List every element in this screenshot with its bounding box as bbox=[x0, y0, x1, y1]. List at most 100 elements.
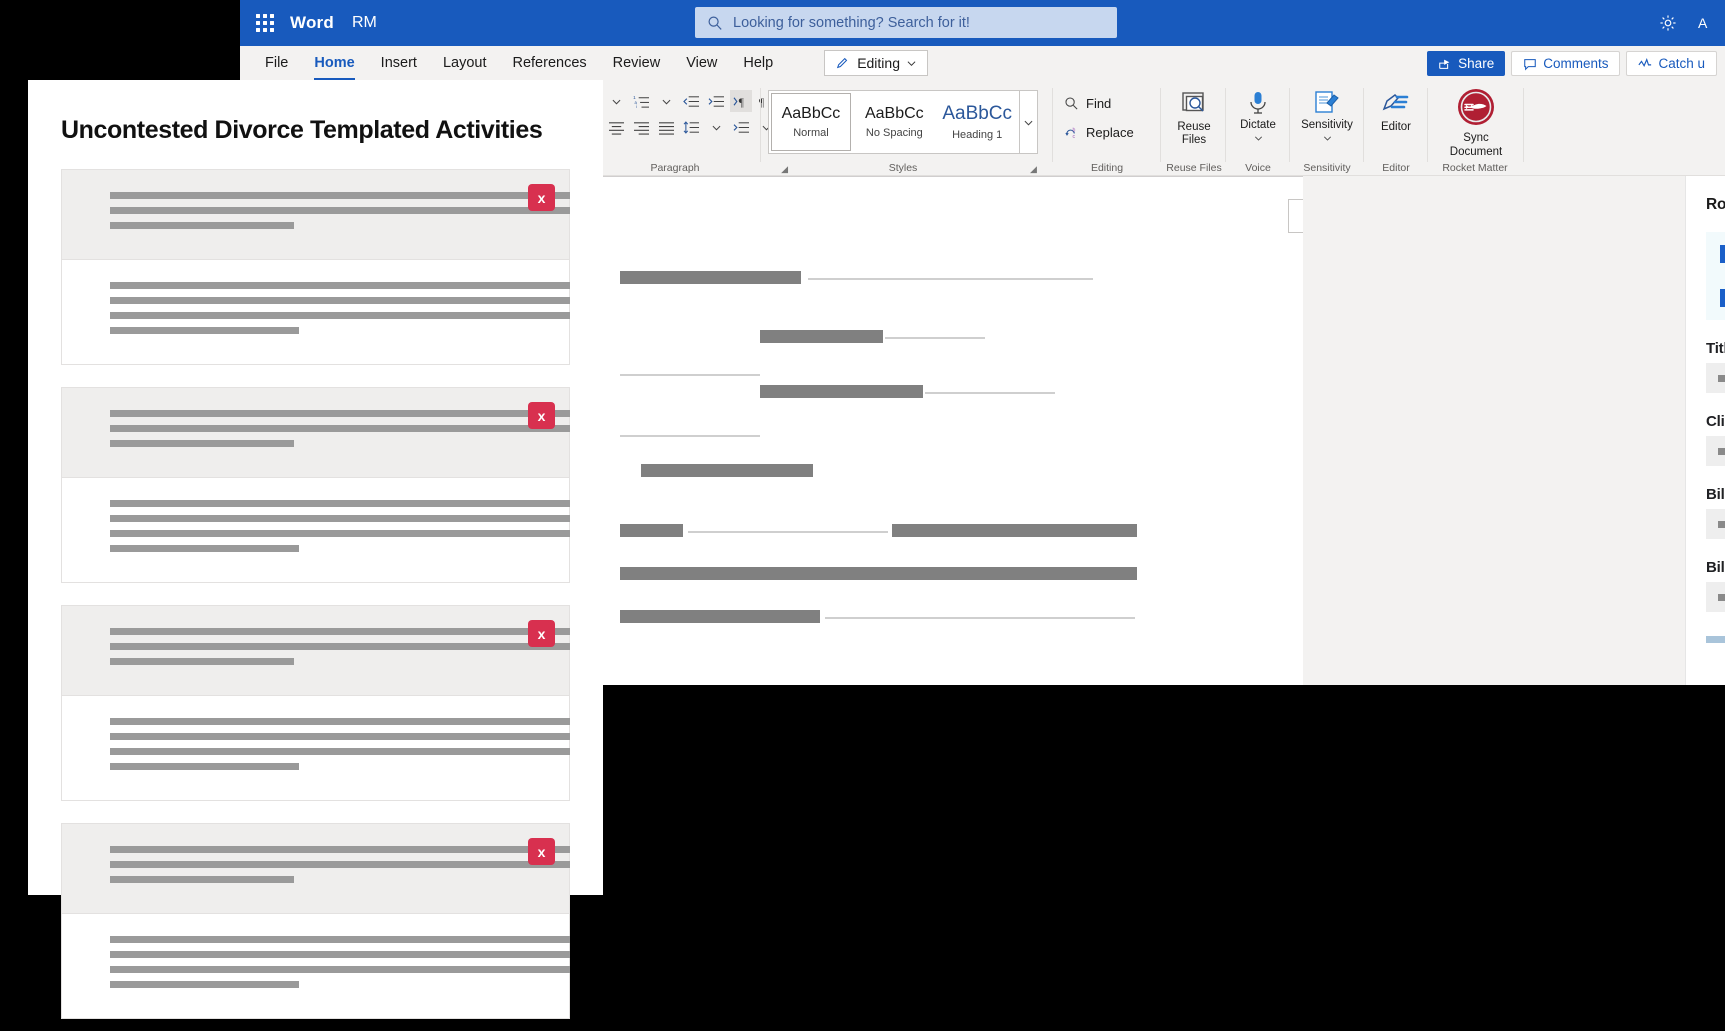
document-fill-line bbox=[825, 617, 1135, 619]
account-icon[interactable]: A bbox=[1687, 0, 1725, 46]
activity-card[interactable]: x bbox=[61, 169, 570, 365]
ribbon-group-label-editor: Editor bbox=[1382, 162, 1410, 174]
find-label: Find bbox=[1086, 96, 1112, 111]
styles-gallery[interactable]: AaBbCc Normal AaBbCc No Spacing AaBbCc H… bbox=[768, 90, 1038, 154]
style-no-spacing[interactable]: AaBbCc No Spacing bbox=[853, 91, 936, 153]
text-placeholder-bar bbox=[110, 545, 299, 552]
tab-references[interactable]: References bbox=[499, 51, 599, 75]
field-input-title[interactable] bbox=[1706, 363, 1725, 393]
style-normal[interactable]: AaBbCc Normal bbox=[771, 93, 851, 151]
comments-button[interactable]: Comments bbox=[1511, 51, 1621, 76]
text-placeholder-bar bbox=[110, 981, 299, 988]
multilevel-list-dropdown-icon[interactable] bbox=[655, 90, 677, 112]
text-placeholder-bar bbox=[110, 763, 299, 770]
chevron-down-icon[interactable] bbox=[1018, 91, 1037, 153]
text-placeholder-bar bbox=[110, 500, 570, 507]
close-x-icon[interactable]: x bbox=[528, 620, 555, 647]
text-placeholder-bar bbox=[110, 936, 570, 943]
blue-square-icon[interactable] bbox=[1720, 245, 1725, 263]
align-center-icon[interactable] bbox=[605, 116, 627, 138]
align-right-icon[interactable] bbox=[630, 116, 652, 138]
line-spacing-icon[interactable] bbox=[680, 116, 702, 138]
list-item[interactable] bbox=[1706, 232, 1725, 276]
chevron-down-icon[interactable] bbox=[1323, 134, 1332, 142]
text-placeholder-bar bbox=[110, 425, 570, 432]
ribbon-group-styles: AaBbCc Normal AaBbCc No Spacing AaBbCc H… bbox=[768, 80, 1048, 176]
style-preview-normal: AaBbCc bbox=[781, 105, 841, 122]
decrease-indent-icon[interactable] bbox=[680, 90, 702, 112]
field-input-billing-date[interactable] bbox=[1706, 582, 1725, 612]
task-pane-footer-link[interactable] bbox=[1706, 636, 1725, 643]
title-bar: Word RM Looking for something? Search fo… bbox=[240, 0, 1725, 46]
ltr-text-direction-icon[interactable]: ¶ bbox=[730, 90, 752, 112]
text-placeholder-bar bbox=[110, 327, 299, 334]
justify-icon[interactable] bbox=[655, 116, 677, 138]
field-label-billing-user: Billing User bbox=[1706, 486, 1725, 503]
tab-layout[interactable]: Layout bbox=[430, 51, 500, 75]
tab-help[interactable]: Help bbox=[730, 51, 786, 75]
text-placeholder-bar bbox=[110, 440, 294, 447]
titlebar-right-actions: A bbox=[1649, 0, 1725, 46]
share-icon bbox=[1439, 59, 1450, 69]
style-heading-1[interactable]: AaBbCc Heading 1 bbox=[936, 91, 1019, 153]
share-label: Share bbox=[1458, 56, 1495, 71]
reuse-files-label-line1: Reuse bbox=[1177, 121, 1211, 133]
catch-up-button[interactable]: Catch u bbox=[1626, 51, 1717, 76]
blue-square-icon[interactable] bbox=[1720, 289, 1725, 307]
field-input-billing-user[interactable] bbox=[1706, 509, 1725, 539]
dictate-button[interactable]: Dictate bbox=[1231, 90, 1285, 142]
document-text-block bbox=[620, 524, 683, 537]
text-placeholder-bar bbox=[110, 628, 570, 635]
tab-insert[interactable]: Insert bbox=[368, 51, 430, 75]
text-placeholder-bar bbox=[110, 718, 570, 725]
activity-card[interactable]: x bbox=[61, 387, 570, 583]
ribbon-group-editing: Find b c Replace Editing bbox=[1058, 80, 1156, 176]
style-label-heading-1: Heading 1 bbox=[952, 129, 1003, 141]
search-placeholder: Looking for something? Search for it! bbox=[733, 14, 970, 31]
sync-document-label-line1: Sync bbox=[1463, 132, 1489, 144]
styles-dialog-launcher[interactable]: ◢ bbox=[1030, 164, 1037, 175]
document-name[interactable]: RM bbox=[352, 14, 377, 32]
gear-icon[interactable] bbox=[1649, 0, 1687, 46]
replace-button[interactable]: b c Replace bbox=[1064, 125, 1134, 140]
numbered-list-dropdown-icon[interactable] bbox=[605, 90, 627, 112]
text-placeholder-bar bbox=[110, 846, 570, 853]
editor-button[interactable]: Editor bbox=[1369, 92, 1423, 134]
field-input-client-matter[interactable] bbox=[1706, 436, 1725, 466]
tab-home[interactable]: Home bbox=[301, 51, 367, 80]
activity-card-list: x x x x bbox=[61, 169, 570, 1019]
multilevel-list-icon[interactable]: 1 a i bbox=[630, 90, 652, 112]
shading-icon[interactable] bbox=[730, 116, 752, 138]
list-item[interactable] bbox=[1706, 276, 1725, 320]
ribbon-group-editor: Editor Editor bbox=[1368, 80, 1424, 176]
sensitivity-button[interactable]: Sensitivity bbox=[1300, 90, 1354, 142]
catch-up-label: Catch u bbox=[1658, 56, 1705, 71]
tab-view[interactable]: View bbox=[673, 51, 730, 75]
close-x-icon[interactable]: x bbox=[528, 838, 555, 865]
document-fill-line bbox=[925, 392, 1055, 394]
search-box[interactable]: Looking for something? Search for it! bbox=[695, 7, 1117, 38]
sync-document-button[interactable]: Sync Document bbox=[1448, 86, 1504, 159]
document-fill-line bbox=[885, 337, 985, 339]
chevron-down-icon[interactable] bbox=[1254, 134, 1263, 142]
microphone-icon bbox=[1250, 92, 1266, 114]
search-icon bbox=[708, 15, 722, 30]
close-x-icon[interactable]: x bbox=[528, 184, 555, 211]
increase-indent-icon[interactable] bbox=[705, 90, 727, 112]
reuse-files-button[interactable]: Reuse Files bbox=[1167, 90, 1221, 147]
editing-mode-button[interactable]: Editing bbox=[824, 50, 928, 76]
app-launcher-icon[interactable] bbox=[248, 14, 282, 32]
share-button[interactable]: Share bbox=[1427, 51, 1506, 76]
line-spacing-dropdown-icon[interactable] bbox=[705, 116, 727, 138]
find-button[interactable]: Find bbox=[1064, 96, 1111, 111]
activity-card[interactable]: x bbox=[61, 823, 570, 1019]
tab-review[interactable]: Review bbox=[600, 51, 674, 75]
tab-file[interactable]: File bbox=[252, 51, 301, 75]
activity-card[interactable]: x bbox=[61, 605, 570, 801]
text-placeholder-bar bbox=[110, 222, 294, 229]
ribbon-group-voice: Dictate Voice bbox=[1230, 80, 1286, 176]
close-x-icon[interactable]: x bbox=[528, 402, 555, 429]
style-label-no-spacing: No Spacing bbox=[865, 127, 923, 139]
text-placeholder-bar bbox=[110, 748, 570, 755]
editor-label: Editor bbox=[1380, 121, 1412, 133]
